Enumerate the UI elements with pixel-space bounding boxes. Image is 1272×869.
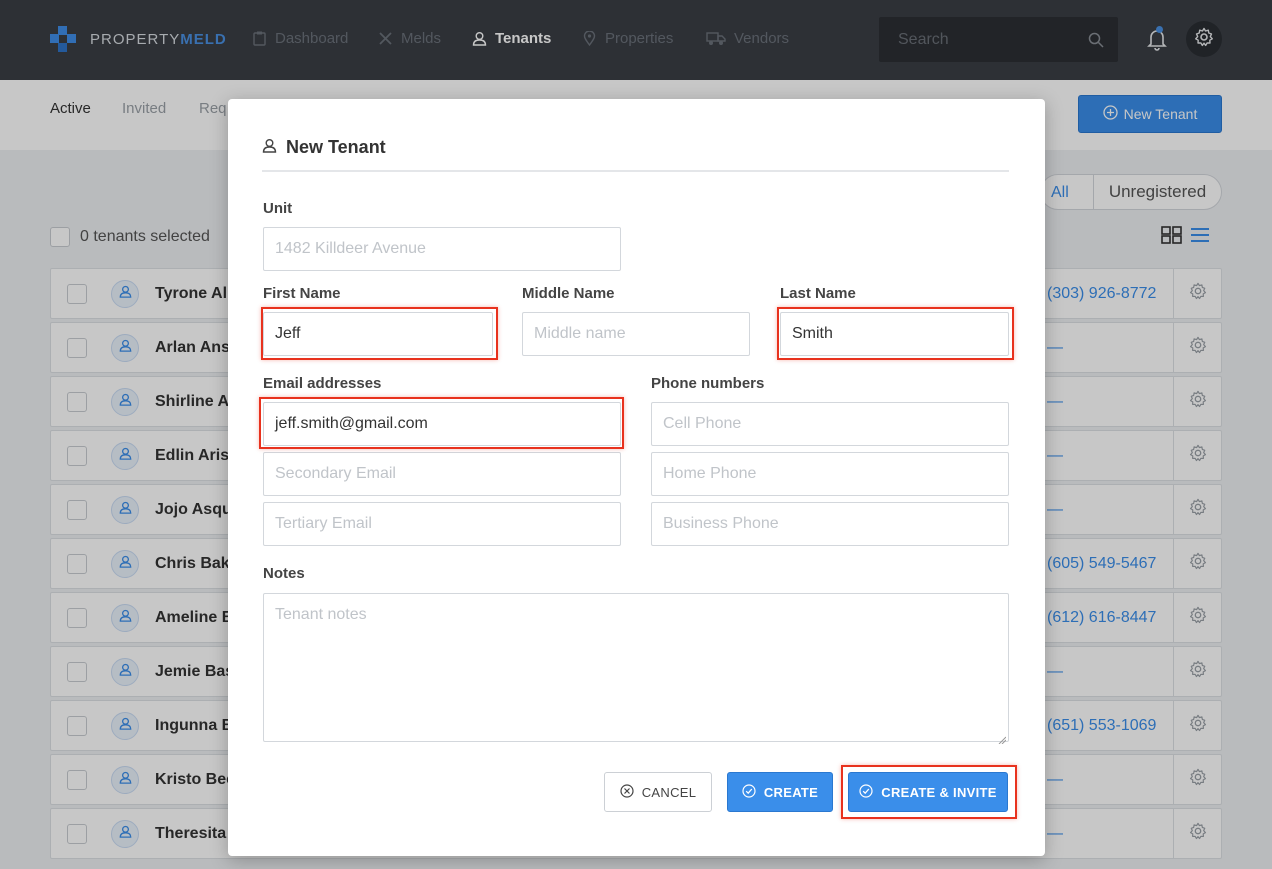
first-name-field[interactable]: Jeff (263, 312, 493, 356)
middle-name-label: Middle Name (522, 285, 615, 302)
unit-label: Unit (263, 200, 293, 217)
email-value: jeff.smith@gmail.com (275, 415, 428, 432)
title-divider (262, 170, 1009, 172)
modal-title: New Tenant (262, 137, 386, 158)
email-field[interactable]: jeff.smith@gmail.com (263, 402, 621, 446)
secondary-email-placeholder: Secondary Email (275, 465, 396, 482)
email-label: Email addresses (263, 375, 382, 392)
phone-label: Phone numbers (651, 375, 765, 392)
cancel-button[interactable]: CANCEL (604, 772, 712, 812)
modal-title-text: New Tenant (286, 137, 386, 157)
resize-handle-icon[interactable] (998, 731, 1007, 745)
close-circle-icon (620, 783, 634, 801)
create-and-invite-label: CREATE & INVITE (881, 784, 997, 800)
create-button[interactable]: CREATE (727, 772, 833, 812)
secondary-email-field[interactable]: Secondary Email (263, 452, 621, 496)
notes-textarea[interactable]: Tenant notes (263, 593, 1009, 745)
new-tenant-modal: New Tenant Unit 1482 Killdeer Avenue Fir… (228, 99, 1045, 856)
business-phone-field[interactable]: Business Phone (651, 502, 1009, 546)
create-and-invite-button[interactable]: CREATE & INVITE (848, 772, 1008, 812)
business-phone-placeholder: Business Phone (663, 515, 779, 532)
last-name-field[interactable]: Smith (780, 312, 1009, 356)
create-label: CREATE (763, 784, 819, 800)
home-phone-placeholder: Home Phone (663, 465, 757, 482)
unit-field[interactable]: 1482 Killdeer Avenue (263, 227, 621, 271)
home-phone-field[interactable]: Home Phone (651, 452, 1009, 496)
check-circle-icon (859, 783, 873, 801)
first-name-label: First Name (263, 285, 341, 302)
middle-name-field[interactable]: Middle name (522, 312, 750, 356)
unit-placeholder: 1482 Killdeer Avenue (275, 240, 426, 257)
tertiary-email-field[interactable]: Tertiary Email (263, 502, 621, 546)
check-circle-icon (742, 783, 756, 801)
middle-name-placeholder: Middle name (534, 325, 626, 342)
tertiary-email-placeholder: Tertiary Email (275, 515, 372, 532)
notes-label: Notes (263, 565, 305, 582)
first-name-value: Jeff (275, 325, 301, 342)
cell-phone-field[interactable]: Cell Phone (651, 402, 1009, 446)
user-icon (262, 137, 277, 158)
cancel-label: CANCEL (641, 784, 697, 800)
notes-placeholder: Tenant notes (275, 606, 367, 623)
last-name-label: Last Name (780, 285, 856, 302)
cell-phone-placeholder: Cell Phone (663, 415, 742, 432)
last-name-value: Smith (792, 325, 833, 342)
